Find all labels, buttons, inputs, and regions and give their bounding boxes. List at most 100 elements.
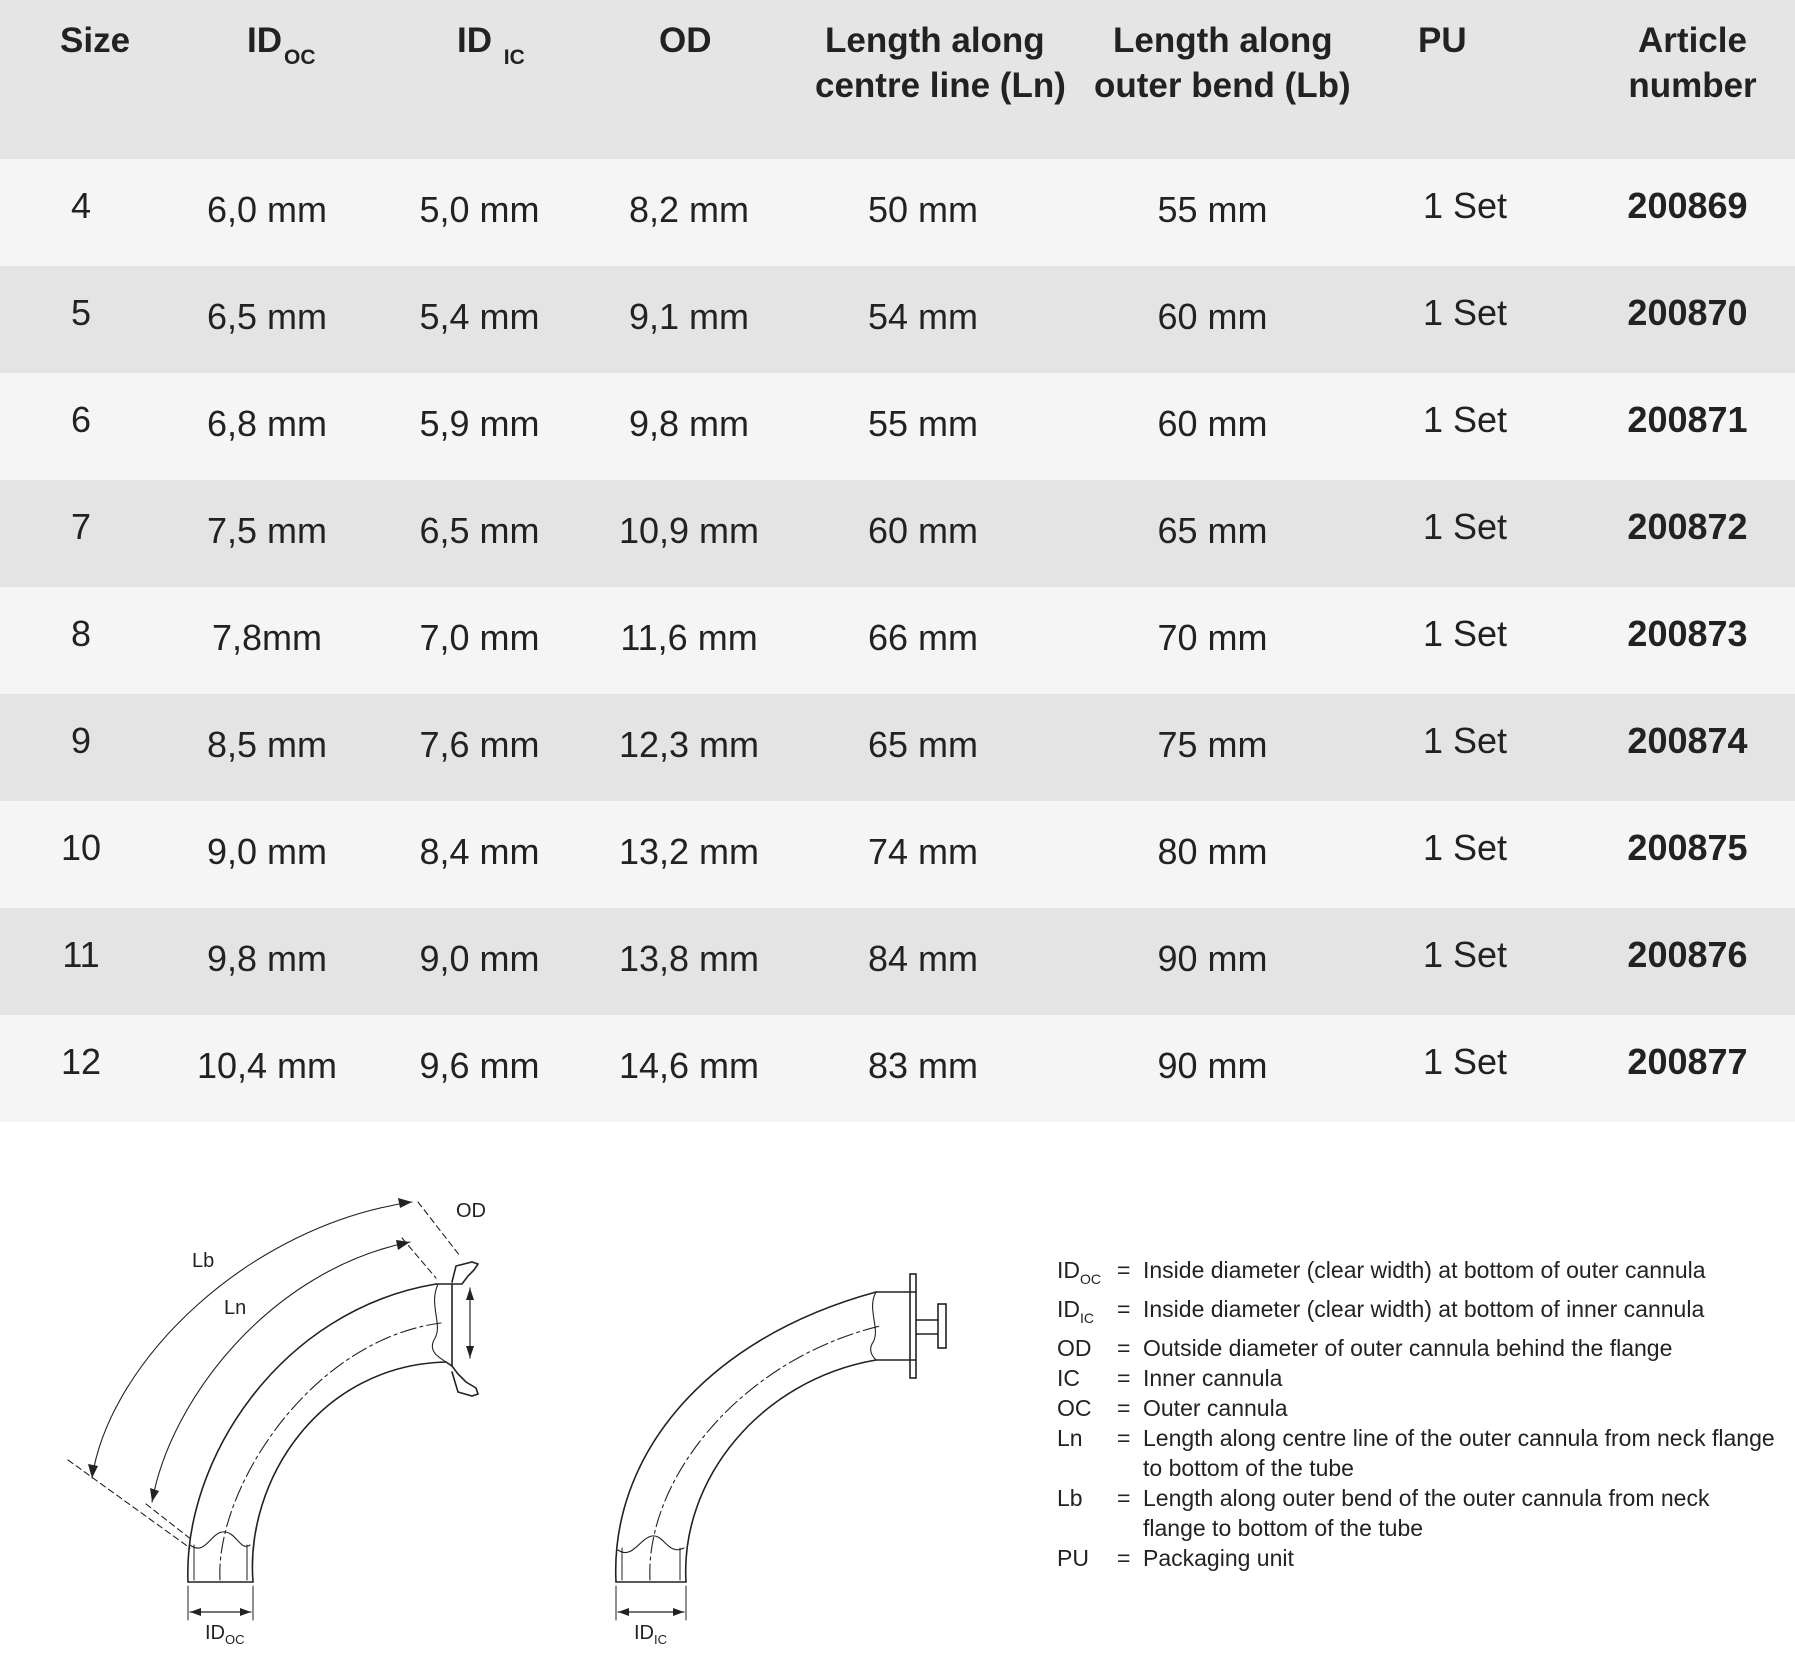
- cell-lb: 55 mm: [1075, 159, 1350, 266]
- cell-ln: 74 mm: [771, 801, 1075, 908]
- id-ic-label: IDIC: [634, 1622, 667, 1647]
- cell-pu: 1 Set: [1350, 159, 1550, 266]
- legend-term: IC: [1057, 1365, 1080, 1391]
- cell-id-ic: 7,6 mm: [352, 694, 607, 801]
- cell-article-number: 200873: [1550, 587, 1795, 694]
- legend-row: PU = Packaging unit: [1057, 1543, 1777, 1573]
- legend-term: IDOC: [1057, 1257, 1101, 1287]
- cell-od: 9,8 mm: [607, 373, 771, 480]
- cell-od: 12,3 mm: [607, 694, 771, 801]
- table-row: 9 8,5 mm 7,6 mm 12,3 mm 65 mm 75 mm 1 Set 20087…: [0, 694, 1795, 801]
- cell-pu: 1 Set: [1350, 1015, 1550, 1122]
- table-row: 11 9,8 mm 9,0 mm 13,8 mm 84 mm 90 mm 1 Set 2008…: [0, 908, 1795, 1015]
- cell-id-oc: 9,8 mm: [182, 908, 352, 1015]
- table-row: 4 6,0 mm 5,0 mm 8,2 mm 50 mm 55 mm 1 Set 200869: [0, 159, 1795, 266]
- cell-article-number: 200874: [1550, 694, 1795, 801]
- legend-equals: =: [1117, 1296, 1131, 1322]
- legend-row: Lb = Length along outer bend of the outer …: [1057, 1483, 1777, 1543]
- legend-definition: Outer cannula: [1143, 1395, 1288, 1421]
- header-article: Article number: [1550, 0, 1795, 159]
- cell-ln: 66 mm: [771, 587, 1075, 694]
- legend-definition: Packaging unit: [1143, 1545, 1294, 1571]
- cannula-diagrams: Lb Ln OD IDOC IDIC: [0, 1160, 1020, 1656]
- legend-equals: =: [1117, 1395, 1131, 1421]
- legend-term: IDIC: [1057, 1296, 1094, 1326]
- cell-size: 4: [0, 159, 182, 266]
- table-row: 12 10,4 mm 9,6 mm 14,6 mm 83 mm 90 mm 1 Set 200…: [0, 1015, 1795, 1122]
- cell-id-ic: 6,5 mm: [352, 480, 607, 587]
- cell-id-ic: 9,0 mm: [352, 908, 607, 1015]
- table-row: 10 9,0 mm 8,4 mm 13,2 mm 74 mm 80 mm 1 Set 2008…: [0, 801, 1795, 908]
- legend-term: PU: [1057, 1545, 1089, 1571]
- cell-id-ic: 5,9 mm: [352, 373, 607, 480]
- legend-term: OC: [1057, 1395, 1092, 1421]
- cell-lb: 60 mm: [1075, 373, 1350, 480]
- legend-row: OC = Outer cannula: [1057, 1393, 1777, 1423]
- cell-article-number: 200872: [1550, 480, 1795, 587]
- cell-size: 11: [0, 908, 182, 1015]
- table-row: 6 6,8 mm 5,9 mm 9,8 mm 55 mm 60 mm 1 Set 200871: [0, 373, 1795, 480]
- cell-article-number: 200870: [1550, 266, 1795, 373]
- table-body: 4 6,0 mm 5,0 mm 8,2 mm 50 mm 55 mm 1 Set 200869…: [0, 159, 1795, 1122]
- cell-od: 14,6 mm: [607, 1015, 771, 1122]
- cell-od: 10,9 mm: [607, 480, 771, 587]
- cell-article-number: 200871: [1550, 373, 1795, 480]
- cell-lb: 75 mm: [1075, 694, 1350, 801]
- header-id-oc: IDOC: [182, 0, 352, 159]
- cell-ln: 60 mm: [771, 480, 1075, 587]
- cell-ln: 54 mm: [771, 266, 1075, 373]
- cell-size: 5: [0, 266, 182, 373]
- cell-size: 8: [0, 587, 182, 694]
- cell-id-oc: 6,8 mm: [182, 373, 352, 480]
- cell-od: 8,2 mm: [607, 159, 771, 266]
- table-row: 5 6,5 mm 5,4 mm 9,1 mm 54 mm 60 mm 1 Set 200870: [0, 266, 1795, 373]
- outer-cannula-diagram: [67, 1198, 947, 1621]
- cell-pu: 1 Set: [1350, 694, 1550, 801]
- legend-equals: =: [1117, 1257, 1131, 1283]
- cell-ln: 65 mm: [771, 694, 1075, 801]
- cell-size: 10: [0, 801, 182, 908]
- cell-id-oc: 9,0 mm: [182, 801, 352, 908]
- cell-ln: 83 mm: [771, 1015, 1075, 1122]
- legend: IDOC = Inside diameter (clear width) at bo…: [1057, 1255, 1777, 1573]
- legend-definition: Length along outer bend of the outer can…: [1143, 1485, 1710, 1541]
- cell-pu: 1 Set: [1350, 801, 1550, 908]
- table-row: 8 7,8mm 7,0 mm 11,6 mm 66 mm 70 mm 1 Set 200873: [0, 587, 1795, 694]
- cell-id-ic: 5,0 mm: [352, 159, 607, 266]
- cell-pu: 1 Set: [1350, 587, 1550, 694]
- header-row: Size IDOC ID IC OD Length along centre li…: [0, 0, 1795, 159]
- cell-id-oc: 6,5 mm: [182, 266, 352, 373]
- spec-table: Size IDOC ID IC OD Length along centre li…: [0, 0, 1795, 1122]
- cell-id-oc: 8,5 mm: [182, 694, 352, 801]
- ln-label: Ln: [224, 1297, 247, 1319]
- cell-od: 9,1 mm: [607, 266, 771, 373]
- header-size: Size: [0, 0, 182, 159]
- cell-pu: 1 Set: [1350, 908, 1550, 1015]
- cell-size: 7: [0, 480, 182, 587]
- legend-definition: Length along centre line of the outer ca…: [1143, 1425, 1775, 1481]
- cell-id-ic: 8,4 mm: [352, 801, 607, 908]
- cell-id-oc: 10,4 mm: [182, 1015, 352, 1122]
- legend-equals: =: [1117, 1365, 1131, 1391]
- header-lb: Length along outer bend (Lb): [1075, 0, 1351, 159]
- cell-article-number: 200877: [1550, 1015, 1795, 1122]
- cell-pu: 1 Set: [1350, 373, 1550, 480]
- cell-od: 11,6 mm: [607, 587, 771, 694]
- legend-term: OD: [1057, 1335, 1092, 1361]
- legend-equals: =: [1117, 1545, 1131, 1571]
- outer-cannula-outer-wall: [187, 1283, 437, 1583]
- cell-ln: 50 mm: [771, 159, 1075, 266]
- legend-term: Ln: [1057, 1425, 1083, 1451]
- legend-definition: Outside diameter of outer cannula behind…: [1143, 1335, 1673, 1361]
- id-oc-label: IDOC: [205, 1622, 245, 1647]
- cell-ln: 84 mm: [771, 908, 1075, 1015]
- cell-pu: 1 Set: [1350, 266, 1550, 373]
- cell-lb: 80 mm: [1075, 801, 1350, 908]
- header-pu: PU: [1350, 0, 1550, 159]
- cell-id-oc: 6,0 mm: [182, 159, 352, 266]
- cell-od: 13,8 mm: [607, 908, 771, 1015]
- cell-lb: 65 mm: [1075, 480, 1350, 587]
- cell-id-ic: 7,0 mm: [352, 587, 607, 694]
- cell-lb: 90 mm: [1075, 908, 1350, 1015]
- cell-article-number: 200869: [1550, 159, 1795, 266]
